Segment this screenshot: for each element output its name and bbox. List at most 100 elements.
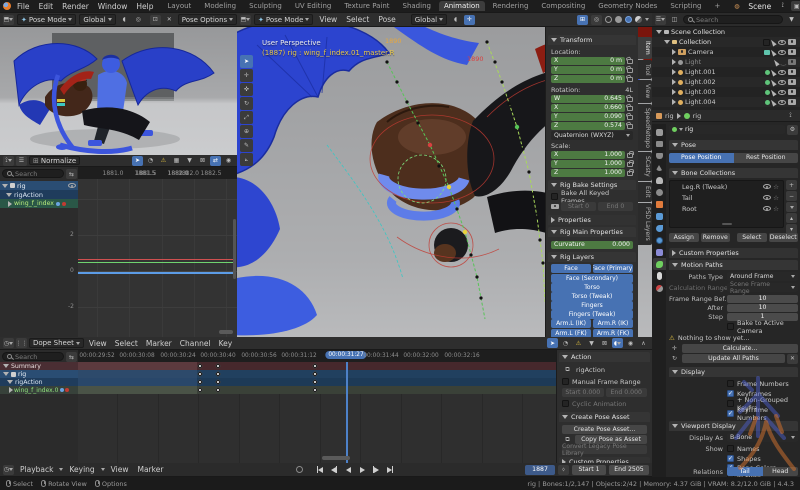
center-mode-dropdown[interactable]: ✦Pose Mode <box>254 14 313 25</box>
motion-paths-section-header[interactable]: Motion Paths <box>669 260 798 270</box>
search-flip-icon[interactable]: ⇆ <box>66 169 77 179</box>
workspace-tab-layout[interactable]: Layout <box>162 1 196 11</box>
rig-layer-button[interactable]: Arm.R (FK) <box>593 329 633 337</box>
lock-icon[interactable] <box>627 77 633 82</box>
rig-layer-button[interactable]: Fingers (Tweak) <box>551 310 633 319</box>
render-visibility-icon[interactable] <box>788 89 796 95</box>
frame-end-field[interactable]: End 2505 <box>609 465 649 475</box>
copy-icon[interactable]: ∧ <box>638 338 649 348</box>
snap-magnet-icon[interactable]: ◖ <box>450 15 461 25</box>
tool-tab-icon[interactable] <box>653 126 666 138</box>
view-layer-tab-icon[interactable] <box>653 162 666 174</box>
render-tab-icon[interactable] <box>653 138 666 150</box>
tab-view[interactable]: View <box>638 80 652 102</box>
outliner-row-light-001[interactable]: Light.001 <box>652 67 800 77</box>
manual-range-checkbox[interactable] <box>562 378 569 385</box>
breadcrumb-data[interactable]: rig <box>693 112 702 120</box>
graph-curve-area[interactable] <box>78 179 237 337</box>
lock-icon[interactable] <box>627 171 633 176</box>
menu-marker[interactable]: Marker <box>143 339 175 348</box>
left-mode-dropdown[interactable]: ✦Pose Mode <box>17 14 76 25</box>
dope-channel-rigaction[interactable]: rigAction <box>0 378 78 386</box>
rig-layer-button[interactable]: Face <box>551 264 591 273</box>
rig-layer-button[interactable]: Torso <box>551 283 633 292</box>
relations-head-button[interactable]: Head <box>763 467 799 476</box>
deselect-button[interactable]: Deselect <box>769 233 799 242</box>
render-visibility-icon[interactable] <box>788 59 796 65</box>
action-section-header[interactable]: Action <box>559 352 650 362</box>
dope-ruler[interactable]: 00:00:29:52 00:00:30:08 00:00:30:24 00:0… <box>78 350 556 362</box>
relations-tail-button[interactable]: Tail <box>727 467 763 476</box>
menu-pose[interactable]: Pose <box>375 15 398 24</box>
menu-select[interactable]: Select <box>112 339 141 348</box>
add-collection-icon[interactable]: + <box>786 180 797 190</box>
workspace-tab-modeling[interactable]: Modeling <box>199 1 241 11</box>
mute-icon[interactable] <box>65 388 69 392</box>
menu-key[interactable]: Key <box>216 339 236 348</box>
workspace-tab-rendering[interactable]: Rendering <box>488 1 534 11</box>
bake-end-field[interactable]: End 0 <box>598 202 633 211</box>
workspace-tab-geometry-nodes[interactable]: Geometry Nodes <box>593 1 662 11</box>
fcurve-y[interactable] <box>78 262 234 263</box>
scene-new-icon[interactable]: ▣ <box>791 1 800 11</box>
object-data-tab-icon[interactable] <box>653 258 666 270</box>
rotation-z-field[interactable]: Z0.574 <box>551 122 625 130</box>
left-orientation-dropdown[interactable]: Global <box>79 14 115 25</box>
eye-icon[interactable] <box>763 206 771 211</box>
camera-icon[interactable] <box>551 204 559 210</box>
breadcrumb-object[interactable]: rig <box>665 112 674 120</box>
rest-position-button[interactable]: Rest Position <box>734 153 799 163</box>
render-visibility-icon[interactable] <box>788 99 796 105</box>
menu-view[interactable]: View <box>316 15 340 24</box>
jump-to-start-icon[interactable] <box>315 465 326 475</box>
specials-menu-icon[interactable] <box>786 202 797 212</box>
current-frame-field[interactable]: 1887 <box>525 465 555 475</box>
pivot-icon[interactable]: ◉ <box>625 338 636 348</box>
shading-material-icon[interactable] <box>625 16 632 23</box>
bone-tab-icon[interactable] <box>653 270 666 282</box>
calc-range-dropdown[interactable]: Scene Frame Range <box>727 283 798 292</box>
pivot-icon[interactable]: ◉ <box>223 156 234 166</box>
bone-collections-section-header[interactable]: Bone Collections <box>669 168 798 178</box>
eye-icon[interactable] <box>778 40 786 45</box>
eye-icon[interactable] <box>778 90 786 95</box>
graph-channel-rigaction[interactable]: rigAction <box>0 190 78 199</box>
keying-set-icon[interactable]: ⬨ <box>558 465 569 475</box>
menu-view[interactable]: View <box>86 339 110 348</box>
horizontal-scrollbar[interactable] <box>322 456 350 460</box>
tab-tool[interactable]: Tool <box>638 60 652 80</box>
pose-options-dropdown[interactable]: Pose Options <box>178 14 237 25</box>
lock-icon[interactable] <box>627 68 633 73</box>
names-checkbox[interactable] <box>727 445 734 452</box>
frame-start-field[interactable]: Start 1 <box>572 465 606 475</box>
lock-icon[interactable] <box>627 115 633 120</box>
image-icon[interactable]: ▦ <box>171 156 182 166</box>
gear-icon[interactable]: ⚙ <box>787 125 798 135</box>
play-icon[interactable] <box>357 465 368 475</box>
render-visibility-icon[interactable] <box>788 49 796 55</box>
eye-icon[interactable] <box>763 195 771 200</box>
proportional-edit-icon[interactable]: ◎ <box>133 15 144 25</box>
proportional-icon[interactable]: ⊠ <box>599 338 610 348</box>
bake-to-camera-checkbox[interactable] <box>727 323 734 330</box>
filter-icon[interactable]: ▼ <box>586 338 597 348</box>
playhead[interactable] <box>346 362 348 463</box>
outliner-row-scene-collection[interactable]: Scene Collection <box>652 27 800 37</box>
eye-icon[interactable] <box>778 50 786 55</box>
eye-icon[interactable] <box>778 100 786 105</box>
rotation-mode-badge[interactable]: 4L <box>625 86 633 94</box>
lock-icon[interactable] <box>627 162 633 167</box>
particles-tab-icon[interactable] <box>653 222 666 234</box>
shading-solid-icon[interactable] <box>615 16 622 23</box>
solo-star-icon[interactable]: ☆ <box>773 183 779 191</box>
scene-pin-icon[interactable]: ⟟ <box>777 1 788 11</box>
scale-z-field[interactable]: Z1.000 <box>551 169 625 177</box>
ghost-frames-icon[interactable]: ◔ <box>145 156 156 166</box>
workspace-tab-compositing[interactable]: Compositing <box>536 1 590 11</box>
rig-layer-button[interactable]: Face (Secondary) <box>551 274 633 283</box>
tab-item[interactable]: Item <box>638 37 652 59</box>
editor-type-icon[interactable]: ⬒ <box>3 15 14 25</box>
dope-mode-icon[interactable]: ⋮⋮ <box>16 338 27 348</box>
menu-view[interactable]: View <box>108 465 132 474</box>
outliner-row-light-002[interactable]: Light.002 <box>652 77 800 87</box>
